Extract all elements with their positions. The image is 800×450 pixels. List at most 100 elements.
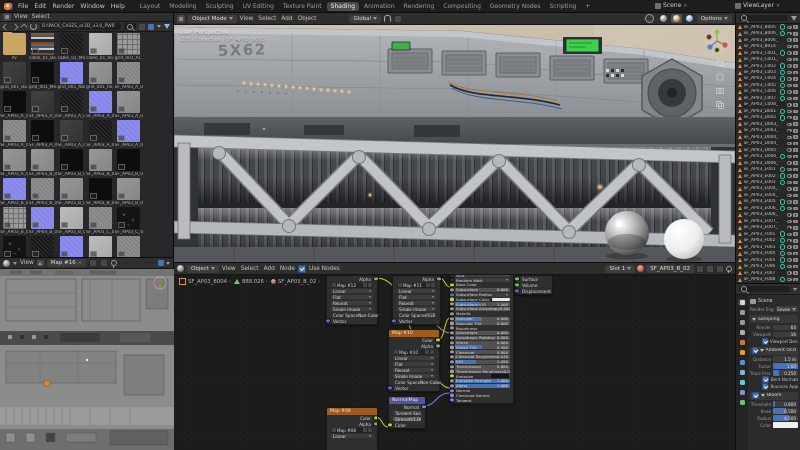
pin-icon[interactable] bbox=[726, 266, 732, 272]
color-swatch[interactable] bbox=[773, 422, 798, 428]
render-visibility-icon[interactable] bbox=[793, 84, 798, 88]
render-visibility-icon[interactable] bbox=[793, 90, 798, 94]
hide-eye-icon[interactable] bbox=[787, 213, 792, 216]
file-item[interactable]: SF_AP03_B_0 bbox=[86, 148, 115, 177]
render-visibility-icon[interactable] bbox=[793, 77, 798, 81]
file-browser-menu[interactable]: Select bbox=[32, 14, 50, 20]
material-output-node[interactable]: Surface Volume Displacement bbox=[515, 275, 553, 295]
menu-item[interactable]: Help bbox=[108, 3, 128, 10]
open-image-button[interactable] bbox=[100, 259, 108, 267]
menu-item[interactable]: Window bbox=[77, 3, 107, 10]
image-texture-node[interactable]: Alpha Map #11 LinearFlatRepeatSingle Ima… bbox=[392, 275, 441, 325]
image-texture-node[interactable]: Alpha Map #12 LinearFlatRepeatSingle Ima… bbox=[326, 275, 378, 325]
node-editor-menu[interactable]: Select bbox=[241, 266, 259, 272]
property-row[interactable]: Viewport 16 bbox=[750, 331, 798, 338]
hide-eye-icon[interactable] bbox=[787, 58, 792, 61]
ao-section-header[interactable]: Ambient Occlusion bbox=[750, 347, 798, 355]
mode-selector[interactable]: Object Mode bbox=[188, 15, 237, 23]
remove-viewlayer-icon[interactable]: × bbox=[776, 3, 780, 9]
render-visibility-icon[interactable] bbox=[793, 200, 798, 204]
image-selector[interactable]: Map #08 bbox=[331, 428, 373, 433]
hide-eye-icon[interactable] bbox=[787, 45, 792, 48]
pin-icon[interactable] bbox=[111, 260, 117, 266]
render-visibility-icon[interactable] bbox=[793, 64, 798, 68]
hide-eye-icon[interactable] bbox=[787, 226, 792, 229]
render-visibility-icon[interactable] bbox=[793, 58, 798, 62]
render-visibility-icon[interactable] bbox=[793, 232, 798, 236]
refresh-icon[interactable] bbox=[30, 23, 37, 30]
snap-magnet-icon[interactable] bbox=[384, 15, 391, 22]
display-thumbnail-icon[interactable] bbox=[148, 24, 154, 30]
file-item[interactable]: SF_AP03_C_0 bbox=[0, 235, 29, 257]
hide-eye-icon[interactable] bbox=[787, 220, 792, 223]
normal-map-node[interactable]: NormalMap Normal Tangent Space Strength1… bbox=[388, 396, 426, 429]
outliner-search-field[interactable] bbox=[739, 15, 788, 22]
shading-wireframe-icon[interactable] bbox=[643, 13, 656, 24]
display-channels-icon[interactable] bbox=[158, 260, 164, 266]
file-item[interactable]: SF_AP03_B_0 bbox=[114, 148, 143, 177]
hide-eye-icon[interactable] bbox=[787, 168, 792, 171]
hide-eye-icon[interactable] bbox=[787, 207, 792, 210]
file-item[interactable]: SF_AP03_A_0 bbox=[29, 119, 58, 148]
ao-enable-checkbox[interactable] bbox=[752, 347, 758, 354]
hide-eye-icon[interactable] bbox=[787, 38, 792, 41]
image-selector[interactable]: Map #11 bbox=[397, 283, 436, 288]
file-item[interactable]: SF_AP03_A_0 bbox=[0, 90, 29, 119]
workspace-tab[interactable]: Shading bbox=[327, 2, 359, 11]
unlink-image-icon[interactable]: × bbox=[78, 260, 82, 266]
file-item[interactable]: SF_AP03_A_0 bbox=[29, 90, 58, 119]
up-icon[interactable] bbox=[21, 23, 28, 30]
render-visibility-icon[interactable] bbox=[793, 155, 798, 159]
property-row[interactable]: Render 64 bbox=[750, 324, 798, 331]
workspace-tab[interactable]: Geometry Nodes bbox=[486, 2, 545, 11]
editor-type-icon[interactable] bbox=[177, 265, 184, 272]
hide-eye-icon[interactable] bbox=[787, 136, 792, 139]
filter-icon[interactable] bbox=[164, 24, 170, 29]
viewport-menu[interactable]: Select bbox=[258, 16, 276, 22]
workspace-tab[interactable]: Modeling bbox=[165, 2, 200, 11]
bsdf-input-row[interactable]: Emission Strength1.000 bbox=[451, 379, 513, 384]
hide-eye-icon[interactable] bbox=[787, 200, 792, 203]
workspace-tab[interactable]: Compositing bbox=[439, 2, 485, 11]
workspace-tab[interactable]: Layout bbox=[136, 2, 164, 11]
image-texture-node[interactable]: Map #08 Color Alpha Map #08 Linear bbox=[326, 407, 378, 450]
hide-eye-icon[interactable] bbox=[787, 26, 792, 29]
render-visibility-icon[interactable] bbox=[793, 239, 798, 243]
file-item[interactable]: SF_AP03_A_0 bbox=[57, 90, 86, 119]
render-visibility-icon[interactable] bbox=[793, 278, 798, 282]
output-input-row[interactable]: Displacement bbox=[516, 288, 552, 294]
shading-solid-icon[interactable] bbox=[658, 14, 669, 23]
render-visibility-icon[interactable] bbox=[793, 258, 798, 262]
node-socket[interactable] bbox=[514, 282, 519, 287]
render-visibility-icon[interactable] bbox=[793, 194, 798, 198]
render-visibility-icon[interactable] bbox=[793, 97, 798, 101]
image-selector[interactable]: Map #10 bbox=[393, 350, 435, 355]
workspace-tab[interactable]: + bbox=[581, 2, 594, 11]
hide-eye-icon[interactable] bbox=[787, 233, 792, 236]
hide-eye-icon[interactable] bbox=[787, 174, 792, 177]
file-item[interactable]: SF_AP03_C_0 bbox=[57, 235, 86, 257]
file-item[interactable]: SF_AP03_B_0 bbox=[57, 177, 86, 206]
file-item[interactable]: SF_AP03_B_0 bbox=[29, 206, 58, 235]
hide-eye-icon[interactable] bbox=[787, 97, 792, 100]
editor-type-icon[interactable] bbox=[3, 13, 11, 21]
render-visibility-icon[interactable] bbox=[793, 226, 798, 230]
properties-tab[interactable] bbox=[738, 359, 746, 366]
render-visibility-icon[interactable] bbox=[793, 25, 798, 29]
node-option-row[interactable]: Linear bbox=[327, 433, 377, 439]
bsdf-input-row[interactable]: Tangent bbox=[451, 398, 513, 403]
properties-tab[interactable] bbox=[738, 309, 746, 316]
file-item[interactable]: SF_AP03_B_0 bbox=[86, 177, 115, 206]
hide-eye-icon[interactable] bbox=[787, 129, 792, 132]
hide-eye-icon[interactable] bbox=[787, 265, 792, 268]
file-item[interactable]: SF_AP03_C_0 bbox=[114, 206, 143, 235]
workspace-tab[interactable]: Texture Paint bbox=[279, 2, 326, 11]
file-item[interactable]: SF_AP03_C_0 bbox=[29, 235, 58, 257]
new-image-button[interactable] bbox=[89, 259, 97, 267]
render-visibility-icon[interactable] bbox=[793, 45, 798, 49]
render-visibility-icon[interactable] bbox=[793, 207, 798, 211]
file-item[interactable]: SF_AP03_A_0 bbox=[114, 119, 143, 148]
file-item[interactable]: cable_01_Ba.. bbox=[29, 32, 58, 61]
file-item[interactable]: grid_001_Ro.. bbox=[86, 61, 115, 90]
workspace-tab[interactable]: UV Editing bbox=[239, 2, 278, 11]
